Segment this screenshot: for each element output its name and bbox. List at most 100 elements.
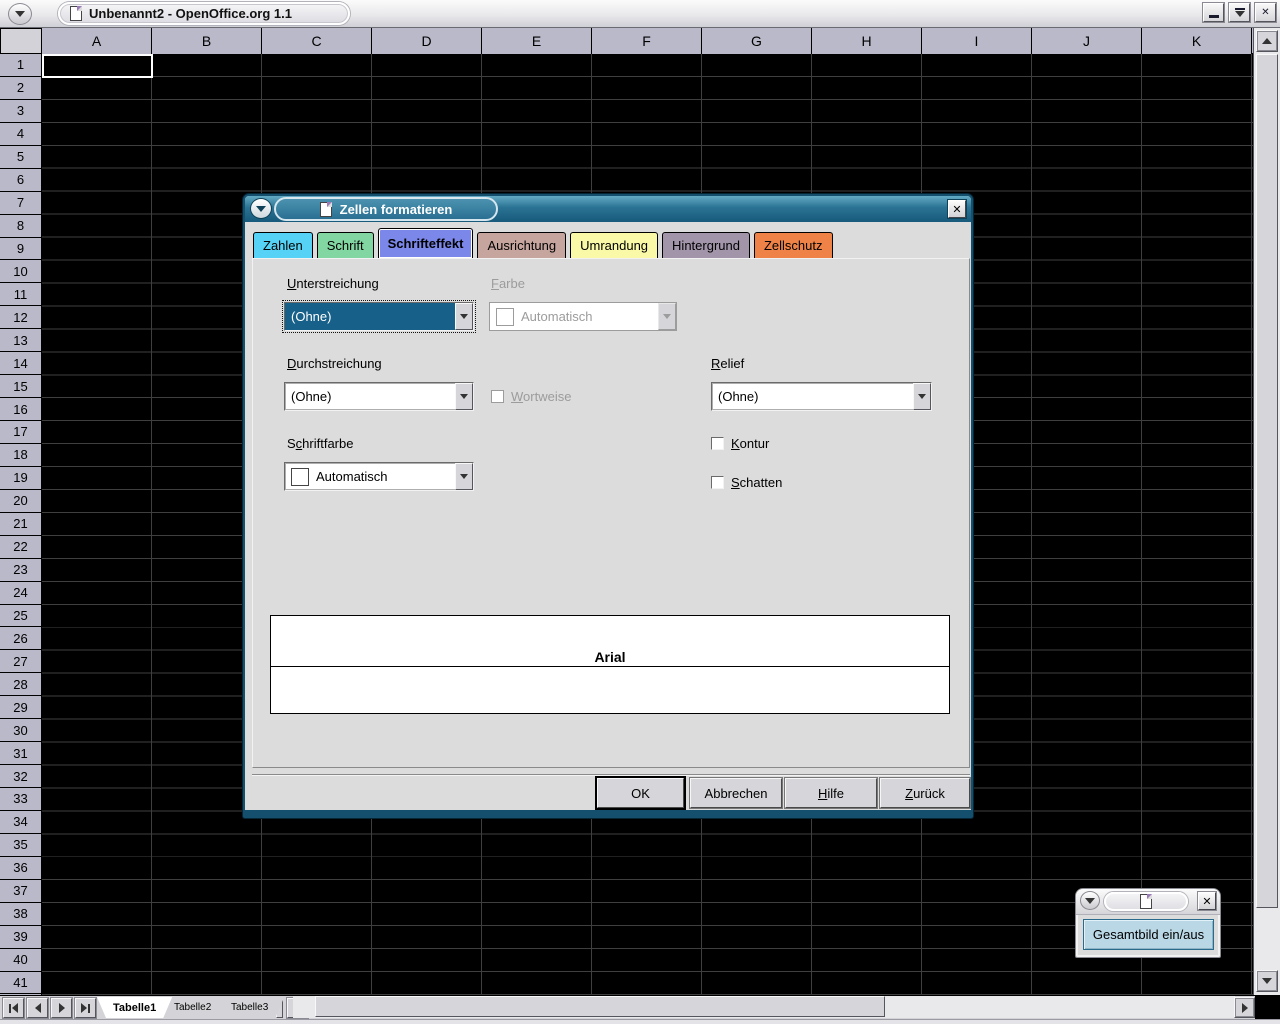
shadow-checkbox[interactable]: Schatten — [711, 475, 782, 490]
row-header[interactable]: 10 — [0, 260, 41, 283]
row-header[interactable]: 21 — [0, 513, 41, 536]
gesamtbild-toggle-button[interactable]: Gesamtbild ein/aus — [1083, 919, 1214, 950]
row-header[interactable]: 41 — [0, 972, 41, 995]
scroll-right-button[interactable] — [1234, 997, 1255, 1018]
toolbox-titlebar[interactable]: ✕ — [1076, 889, 1220, 915]
tab-hintergrund[interactable]: Hintergrund — [662, 232, 750, 258]
row-header[interactable]: 12 — [0, 306, 41, 329]
chevron-down-icon[interactable] — [455, 463, 473, 490]
row-header[interactable]: 34 — [0, 811, 41, 834]
row-header[interactable]: 27 — [0, 650, 41, 673]
row-header[interactable]: 23 — [0, 559, 41, 582]
row-header[interactable]: 2 — [0, 77, 41, 100]
row-header[interactable]: 16 — [0, 398, 41, 421]
row-header[interactable]: 14 — [0, 352, 41, 375]
row-header[interactable]: 35 — [0, 834, 41, 857]
row-header[interactable]: 17 — [0, 421, 41, 444]
toolbox-close-button[interactable]: ✕ — [1198, 892, 1216, 910]
sheet-tab-tabelle1[interactable]: Tabelle1 — [97, 997, 172, 1018]
row-header[interactable]: 33 — [0, 788, 41, 811]
dialog-titlebar[interactable]: Zellen formatieren ✕ — [245, 196, 971, 222]
row-header[interactable]: 7 — [0, 192, 41, 215]
font-color-select[interactable]: Automatisch — [284, 462, 474, 491]
column-header[interactable]: F — [592, 28, 702, 54]
row-header[interactable]: 32 — [0, 765, 41, 788]
row-header[interactable]: 9 — [0, 238, 41, 261]
scroll-down-button[interactable] — [1256, 970, 1278, 992]
row-header[interactable]: 19 — [0, 467, 41, 490]
next-sheet-button[interactable] — [51, 998, 72, 1018]
toolbox-menu-button[interactable] — [1080, 891, 1100, 910]
back-button[interactable]: Zurück — [880, 778, 970, 808]
selected-cell-a1[interactable] — [42, 54, 153, 78]
dialog-close-button[interactable]: ✕ — [948, 200, 966, 218]
window-menu-button[interactable] — [8, 3, 32, 25]
column-header[interactable]: J — [1032, 28, 1142, 54]
relief-select[interactable]: (Ohne) — [711, 382, 932, 411]
arrow-up-icon — [1262, 38, 1272, 44]
vertical-scrollbar[interactable] — [1253, 28, 1280, 995]
row-header[interactable]: 18 — [0, 444, 41, 467]
column-header[interactable]: C — [262, 28, 372, 54]
scroll-up-button[interactable] — [1256, 30, 1278, 52]
row-header[interactable]: 13 — [0, 329, 41, 352]
help-button[interactable]: Hilfe — [785, 778, 877, 808]
row-header[interactable]: 36 — [0, 857, 41, 880]
chevron-down-icon[interactable] — [913, 383, 931, 410]
row-header[interactable]: 29 — [0, 696, 41, 719]
tab-schrifteffekt[interactable]: Schrifteffekt — [378, 228, 474, 258]
column-header[interactable]: G — [702, 28, 812, 54]
column-header[interactable]: I — [922, 28, 1032, 54]
row-header[interactable]: 38 — [0, 903, 41, 926]
underline-select[interactable]: (Ohne) — [284, 302, 474, 331]
ok-button[interactable]: OK — [597, 778, 684, 808]
tab-zahlen[interactable]: Zahlen — [253, 232, 313, 258]
column-header[interactable]: E — [482, 28, 592, 54]
row-header[interactable]: 5 — [0, 146, 41, 169]
select-all-corner[interactable] — [0, 28, 42, 54]
row-header[interactable]: 6 — [0, 169, 41, 192]
relief-label: Relief — [711, 356, 744, 371]
row-header[interactable]: 3 — [0, 100, 41, 123]
row-header[interactable]: 8 — [0, 215, 41, 238]
first-sheet-button[interactable] — [3, 998, 24, 1018]
cancel-button[interactable]: Abbrechen — [690, 778, 782, 808]
chevron-down-icon[interactable] — [455, 303, 473, 330]
row-header[interactable]: 40 — [0, 949, 41, 972]
row-header[interactable]: 20 — [0, 490, 41, 513]
strikethrough-select[interactable]: (Ohne) — [284, 382, 474, 411]
row-header[interactable]: 26 — [0, 627, 41, 650]
row-header[interactable]: 25 — [0, 605, 41, 628]
row-header[interactable]: 11 — [0, 283, 41, 306]
horizontal-scrollbar-thumb[interactable] — [315, 996, 885, 1017]
row-header[interactable]: 30 — [0, 719, 41, 742]
row-header[interactable]: 1 — [0, 54, 41, 77]
shade-button[interactable] — [1229, 3, 1250, 22]
last-sheet-button[interactable] — [75, 998, 96, 1018]
row-header[interactable]: 24 — [0, 582, 41, 605]
row-header[interactable]: 28 — [0, 673, 41, 696]
row-header[interactable]: 22 — [0, 536, 41, 559]
column-header[interactable]: H — [812, 28, 922, 54]
tab-schrift[interactable]: Schrift — [317, 232, 374, 258]
column-header[interactable]: A — [42, 28, 152, 54]
chevron-down-icon[interactable] — [455, 383, 473, 410]
row-header[interactable]: 31 — [0, 742, 41, 765]
column-header[interactable]: D — [372, 28, 482, 54]
row-header[interactable]: 37 — [0, 880, 41, 903]
outline-checkbox[interactable]: Kontur — [711, 436, 769, 451]
close-button[interactable]: ✕ — [1255, 3, 1276, 22]
horizontal-scrollbar[interactable] — [293, 996, 1235, 1018]
column-header[interactable]: K — [1142, 28, 1252, 54]
tab-zellschutz[interactable]: Zellschutz — [754, 232, 833, 258]
row-header[interactable]: 4 — [0, 123, 41, 146]
vertical-scrollbar-thumb[interactable] — [1256, 54, 1278, 908]
column-header[interactable]: B — [152, 28, 262, 54]
dialog-menu-button[interactable] — [250, 198, 272, 219]
tab-ausrichtung[interactable]: Ausrichtung — [477, 232, 566, 258]
previous-sheet-button[interactable] — [27, 998, 48, 1018]
row-header[interactable]: 39 — [0, 926, 41, 949]
minimize-button[interactable] — [1203, 3, 1224, 22]
tab-umrandung[interactable]: Umrandung — [570, 232, 658, 258]
row-header[interactable]: 15 — [0, 375, 41, 398]
